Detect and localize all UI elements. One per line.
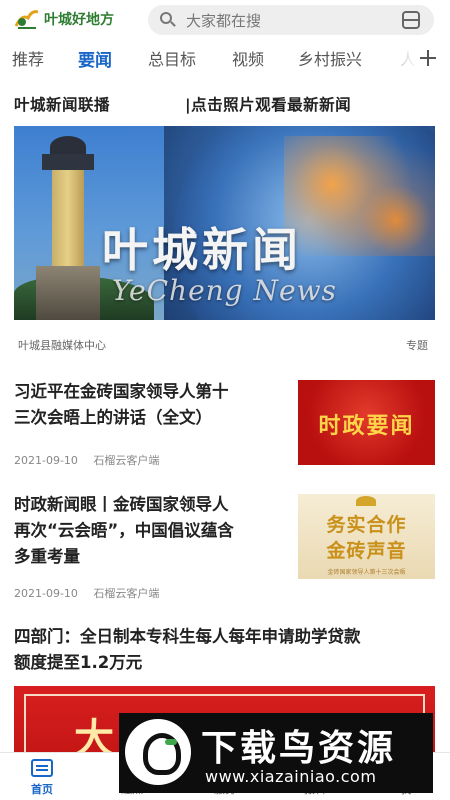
news-date: 2021-09-10 (14, 454, 78, 467)
news-title[interactable]: 时政新闻眼丨金砖国家领导人 再次“云会晤”，中国倡议蕴含 多重考量 (14, 492, 282, 570)
search-placeholder: 大家都在搜 (186, 11, 262, 30)
emblem-icon (356, 496, 376, 506)
banner-subtitle: YeCheng News (112, 274, 337, 307)
watch-latest-link[interactable]: |点击照片观看最新新闻 (185, 93, 351, 115)
thumbnail-text: 时政要闻 (318, 413, 415, 439)
scan-icon[interactable] (402, 11, 420, 29)
tab-general-goal[interactable]: 总目标 (148, 46, 196, 70)
category-tabs: 推荐 要闻 总目标 视频 乡村振兴 人 (0, 42, 450, 72)
tab-rural-revitalization[interactable]: 乡村振兴 (298, 46, 362, 70)
tab-headlines[interactable]: 要闻 (78, 46, 112, 71)
tab-recommend[interactable]: 推荐 (12, 46, 44, 70)
banner-tag[interactable]: 专题 (406, 337, 428, 353)
news-title[interactable]: 习近平在金砖国家领导人第十 三次会晤上的讲话（全文） (14, 379, 282, 431)
logo-text: 叶城好地方 (44, 12, 114, 28)
section-title: 叶城新闻联播 (14, 96, 111, 114)
app-logo[interactable]: 叶城好地方 (14, 8, 114, 30)
search-bar[interactable]: 大家都在搜 (148, 5, 434, 35)
watermark-url: www.xiazainiao.com (205, 767, 377, 786)
banner-title: 叶城新闻 (102, 223, 302, 277)
watermark: 下载鸟资源 www.xiazainiao.com (119, 713, 433, 793)
search-icon (160, 12, 176, 28)
plus-icon[interactable] (420, 50, 436, 66)
tower-graphic (36, 136, 100, 320)
news-title[interactable]: 四部门：全日制本专科生每人每年申请助学贷款 额度提至1.2万元 (14, 624, 435, 676)
news-thumbnail[interactable]: 时政要闻 (298, 380, 435, 465)
tab-video[interactable]: 视频 (232, 46, 264, 70)
tab-add-area[interactable] (400, 42, 450, 72)
news-date: 2021-09-10 (14, 587, 78, 600)
news-thumbnail[interactable]: 务实合作 金砖声音 金砖国家领导人第十三次会晤 (298, 494, 435, 579)
news-meta: 2021-09-10 石榴云客户端 (14, 585, 171, 601)
home-icon (31, 759, 53, 777)
top-bar: 叶城好地方 大家都在搜 (0, 0, 450, 40)
nav-home[interactable]: 首页 (12, 759, 72, 797)
logo-icon (14, 10, 39, 29)
banner-source: 叶城县融媒体中心 (18, 339, 106, 352)
featured-banner[interactable]: 叶城新闻 YeCheng News (14, 126, 435, 320)
bird-logo-icon (125, 719, 191, 785)
news-source: 石榴云客户端 (93, 454, 160, 467)
thumbnail-caption: 金砖国家领导人第十三次会晤 (327, 569, 406, 576)
watermark-title: 下载鸟资源 (201, 728, 397, 769)
thumbnail-text: 金砖声音 (326, 540, 407, 562)
news-source: 石榴云客户端 (93, 587, 160, 600)
news-meta: 2021-09-10 石榴云客户端 (14, 452, 171, 468)
thumbnail-text: 务实合作 (326, 514, 407, 536)
